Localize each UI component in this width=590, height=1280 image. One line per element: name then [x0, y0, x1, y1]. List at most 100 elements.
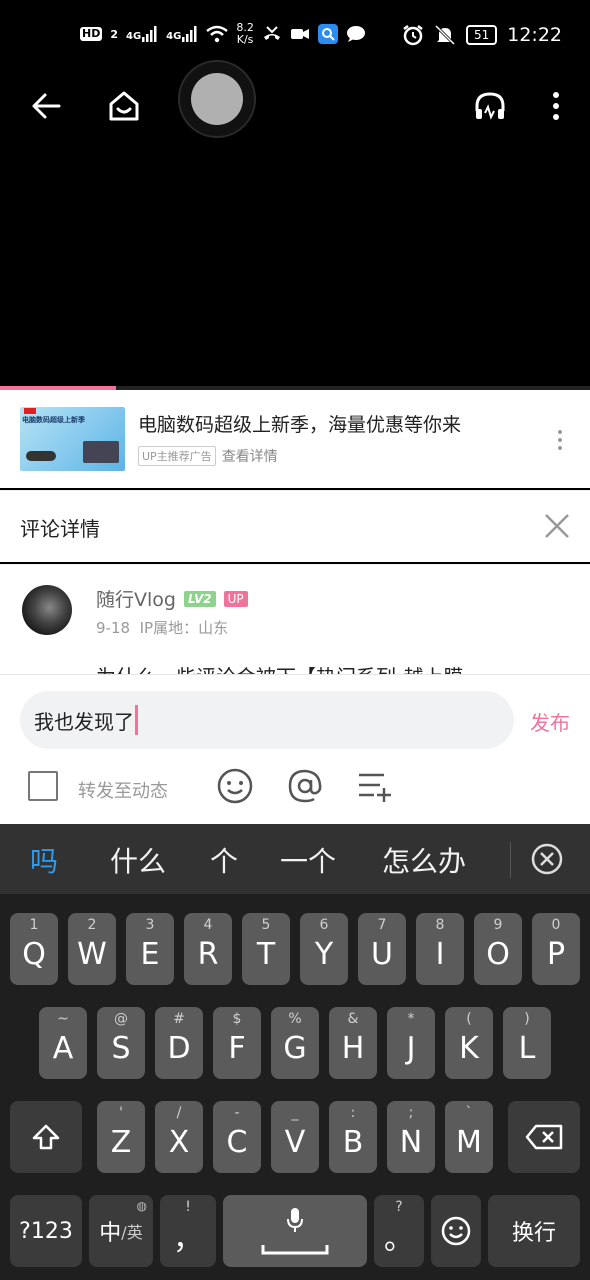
commenter-avatar[interactable] [22, 585, 72, 635]
key-q[interactable]: 1Q [10, 913, 58, 985]
candidate-bar: 吗 什么 个 一个 怎么办 [0, 824, 590, 894]
key-u[interactable]: 7U [358, 913, 406, 985]
space-bar-icon [261, 1245, 329, 1255]
comment-location: IP属地：山东 [139, 619, 229, 637]
uploader-avatar[interactable] [178, 60, 256, 138]
forward-label[interactable]: 转发至动态 [78, 777, 168, 803]
battery-icon: 51 [465, 25, 498, 45]
key-o[interactable]: 9O [474, 913, 522, 985]
key-e[interactable]: 3E [126, 913, 174, 985]
comment-text: 为什么一些评论会被下【热门系列-越上膜 [96, 661, 463, 674]
commenter-name[interactable]: 随行Vlog [96, 585, 176, 612]
backspace-icon [525, 1124, 563, 1150]
key-z[interactable]: ' Z [97, 1101, 145, 1173]
key-g[interactable]: % G [271, 1007, 319, 1079]
candidate-item[interactable]: 什么 [110, 840, 166, 880]
add-topic-list-icon[interactable] [356, 767, 394, 805]
ad-detail-link[interactable]: 查看详情 [222, 446, 278, 466]
key-d[interactable]: # D [155, 1007, 203, 1079]
back-button[interactable] [22, 82, 70, 130]
backspace-key[interactable] [508, 1101, 580, 1173]
close-candidates-icon[interactable] [530, 842, 564, 876]
publish-button[interactable]: 发布 [530, 707, 570, 736]
up-badge: UP [223, 590, 248, 607]
forward-checkbox[interactable] [28, 771, 58, 801]
chat-bubble-icon [346, 26, 365, 42]
avatar-image [191, 73, 243, 125]
key-n[interactable]: ; N [387, 1101, 435, 1173]
back-arrow-icon [32, 93, 61, 119]
more-vertical-icon [553, 92, 559, 120]
shift-key[interactable] [10, 1101, 82, 1173]
key-y[interactable]: 6Y [300, 913, 348, 985]
status-right: 51 12:22 [402, 24, 562, 46]
video-top-nav [0, 60, 590, 150]
signal-icon-1: 4G [126, 26, 158, 42]
listen-mode-button[interactable] [466, 82, 514, 130]
hd-badge: HD [80, 27, 103, 41]
candidate-item[interactable]: 个 [210, 840, 238, 880]
key-p[interactable]: 0P [532, 913, 580, 985]
period-key[interactable]: ?。 [374, 1195, 424, 1267]
numbers-key[interactable]: ?123 [10, 1195, 82, 1267]
candidate-item[interactable]: 一个 [280, 840, 336, 880]
key-w[interactable]: 2W [68, 913, 116, 985]
ad-product-image [26, 451, 56, 461]
close-icon[interactable] [542, 511, 572, 541]
ad-tag: UP主推荐广告 [138, 446, 216, 466]
key-r[interactable]: 4R [184, 913, 232, 985]
microphone-icon [287, 1208, 303, 1232]
more-menu-button[interactable] [532, 82, 580, 130]
ad-banner[interactable]: 电脑数码超级上新季 电脑数码超级上新季，海量优惠等你来 UP主推荐广告 查看详情 [0, 390, 590, 488]
mute-bell-icon [434, 24, 456, 46]
key-i[interactable]: 8I [416, 913, 464, 985]
candidate-divider [510, 842, 511, 878]
key-x[interactable]: / X [155, 1101, 203, 1173]
ad-more-button[interactable] [556, 430, 564, 450]
home-button[interactable] [100, 82, 148, 130]
key-v[interactable]: _ V [271, 1101, 319, 1173]
alarm-icon [403, 25, 423, 46]
video-camera-icon [290, 29, 309, 39]
reply-input[interactable]: 我也发现了 [20, 691, 514, 749]
reply-input-text: 我也发现了 [34, 709, 134, 734]
comment-item: 随行Vlog LV2 UP 9-18 IP属地：山东 为什么一些评论会被下【热门… [0, 564, 590, 674]
status-left: HD 2 4G 4G 8.2 K/s [80, 22, 366, 46]
key-h[interactable]: & H [329, 1007, 377, 1079]
comma-key[interactable]: !， [160, 1195, 216, 1267]
soft-keyboard: 吗 什么 个 一个 怎么办 1Q 2W 3E 4R 5T 6Y 7U 8I 9O… [0, 824, 590, 1280]
key-t[interactable]: 5T [242, 913, 290, 985]
key-c[interactable]: -C [213, 1101, 261, 1173]
level-badge: LV2 [183, 590, 216, 607]
candidate-item[interactable]: 怎么办 [382, 840, 466, 880]
reply-composer: 我也发现了 发布 转发至动态 [0, 674, 590, 824]
key-s[interactable]: @ S [97, 1007, 145, 1079]
key-m[interactable]: ` M [445, 1101, 493, 1173]
emoji-key[interactable] [431, 1195, 481, 1267]
commenter-name-row: 随行Vlog LV2 UP [96, 585, 248, 612]
key-b[interactable]: :B [329, 1101, 377, 1173]
ad-thumbnail[interactable]: 电脑数码超级上新季 [20, 407, 125, 471]
key-a[interactable]: ~ A [39, 1007, 87, 1079]
comment-meta: 9-18 IP属地：山东 [96, 617, 228, 638]
comment-detail-title: 评论详情 [20, 517, 100, 541]
comment-detail-header: 评论详情 [0, 490, 590, 562]
space-key[interactable] [223, 1195, 367, 1267]
key-k[interactable]: (K [445, 1007, 493, 1079]
search-app-icon [317, 24, 338, 44]
ad-title[interactable]: 电脑数码超级上新季，海量优惠等你来 [138, 410, 461, 437]
mention-icon[interactable] [286, 767, 324, 805]
net-speed: 8.2 K/s [236, 21, 254, 46]
enter-key[interactable]: 换行 [488, 1195, 580, 1267]
sim2-indicator: 2 [110, 27, 118, 41]
key-f[interactable]: $ F [213, 1007, 261, 1079]
emoji-icon [441, 1216, 471, 1246]
ad-brand-logo [24, 408, 36, 414]
candidate-item[interactable]: 吗 [30, 840, 58, 880]
text-caret [135, 705, 138, 735]
missed-call-icon [263, 26, 280, 40]
emoji-icon[interactable] [216, 767, 254, 805]
key-j[interactable]: * J [387, 1007, 435, 1079]
language-switch-key[interactable]: ◍ 中/英 [89, 1195, 153, 1267]
key-l[interactable]: ) L [503, 1007, 551, 1079]
